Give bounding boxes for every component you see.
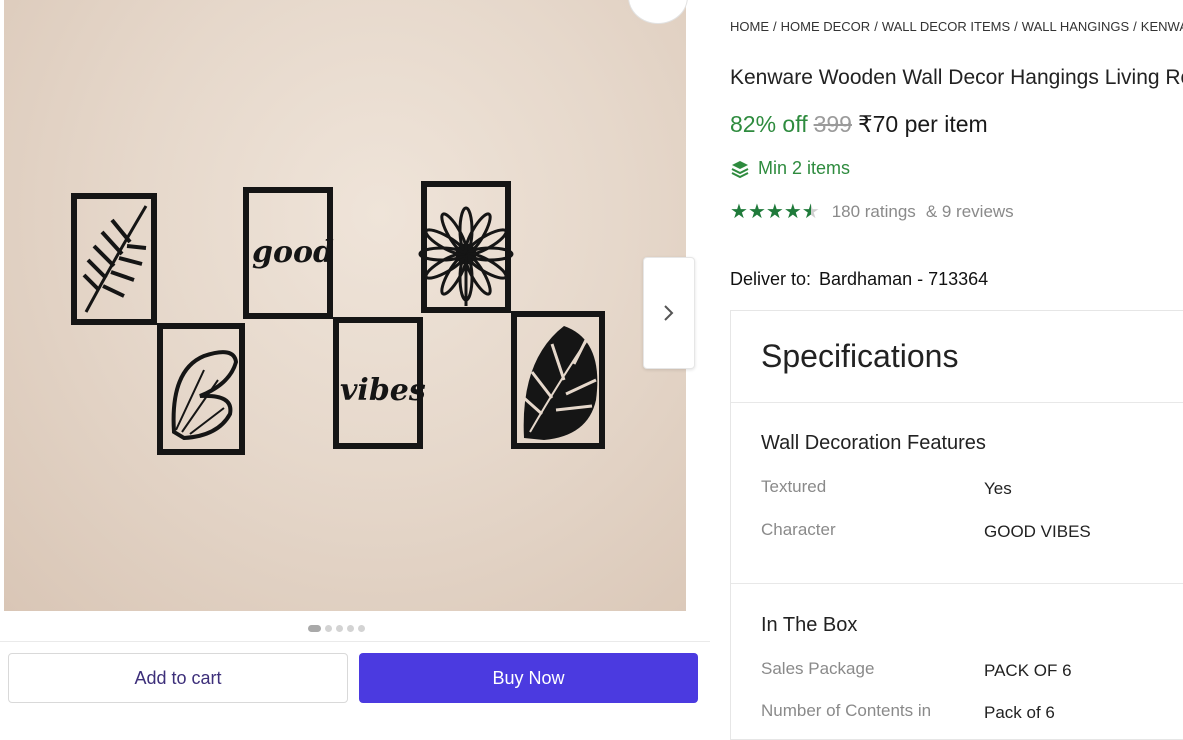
- selling-price: ₹70 per item: [857, 111, 988, 137]
- spec-key: Character: [761, 520, 836, 539]
- spec-value: Pack of 6: [984, 703, 1055, 722]
- wall-decor-illustration: good vibes: [71, 181, 605, 455]
- star-icon: ★: [747, 201, 766, 223]
- min-items-label: Min 2 items: [758, 158, 851, 178]
- specifications-card: Specifications Wall Decoration Features …: [730, 310, 1183, 740]
- breadcrumb-separator: /: [1133, 19, 1137, 34]
- pagination-dot[interactable]: [347, 625, 354, 632]
- star-icon: ★: [730, 201, 748, 223]
- pagination-dot[interactable]: [325, 625, 332, 632]
- rating-summary[interactable]: ★ ★ ★ ★ ★ 180 ratings & 9 reviews: [730, 202, 1014, 222]
- breadcrumb: HOME / HOME DECOR / WALL DECOR ITEMS / WALL HA…: [730, 19, 1183, 34]
- product-gallery: good vibes Add to cart Buy Now: [0, 0, 710, 724]
- breadcrumb-separator: /: [773, 19, 777, 34]
- star-icon: ★: [765, 201, 784, 223]
- spec-key: Textured: [761, 477, 827, 496]
- breadcrumb-home-decor[interactable]: HOME DECOR: [781, 19, 871, 34]
- spec-value: Yes: [984, 479, 1012, 498]
- discount-percent: 82% off: [730, 111, 808, 137]
- spec-key: Number of Contents in: [761, 701, 932, 720]
- product-details: HOME / HOME DECOR / WALL DECOR ITEMS / WALL HA…: [730, 0, 1183, 740]
- breadcrumb-separator: /: [1014, 19, 1018, 34]
- breadcrumb-separator: /: [874, 19, 878, 34]
- pagination-dot[interactable]: [358, 625, 365, 632]
- spec-key: Sales Package: [761, 659, 875, 678]
- good-word: good: [252, 235, 334, 270]
- specifications-title: Specifications: [761, 338, 959, 374]
- breadcrumb-home[interactable]: HOME: [730, 19, 769, 34]
- pagination-dot[interactable]: [308, 625, 321, 632]
- breadcrumb-wall-hangings[interactable]: WALL HANGINGS: [1022, 19, 1129, 34]
- divider: [731, 583, 1183, 584]
- divider: [0, 641, 710, 642]
- spec-value: GOOD VIBES: [984, 522, 1091, 541]
- price-row: 82% off 399 ₹70 per item: [730, 111, 988, 138]
- breadcrumb-wall-decor-items[interactable]: WALL DECOR ITEMS: [882, 19, 1010, 34]
- product-title: Kenware Wooden Wall Decor Hangings Livin…: [730, 66, 1183, 89]
- divider: [731, 402, 1183, 403]
- star-rating: ★ ★ ★ ★ ★: [730, 202, 820, 222]
- min-items-info: Min 2 items: [730, 158, 850, 179]
- deliver-pincode: Bardhaman - 713364: [819, 269, 989, 289]
- add-to-cart-button[interactable]: Add to cart: [8, 653, 348, 703]
- spec-group-title: Wall Decoration Features: [761, 432, 986, 454]
- star-icon: ★: [783, 201, 802, 223]
- reviews-count: & 9 reviews: [925, 202, 1014, 221]
- product-image[interactable]: good vibes: [4, 0, 686, 611]
- pagination-dot[interactable]: [336, 625, 343, 632]
- star-icon: ★: [801, 201, 820, 223]
- original-price: 399: [813, 111, 852, 137]
- spec-group-title: In The Box: [761, 614, 858, 636]
- vibes-word: vibes: [340, 373, 426, 408]
- ratings-count: 180 ratings: [831, 202, 916, 221]
- deliver-label: Deliver to:: [730, 269, 812, 289]
- delivery-location[interactable]: Deliver to: Bardhaman - 713364: [730, 269, 988, 290]
- spec-value: PACK OF 6: [984, 661, 1072, 680]
- image-pagination-dots: [308, 625, 365, 632]
- breadcrumb-kenware[interactable]: KENWARE: [1141, 19, 1183, 34]
- chevron-right-icon: [664, 305, 674, 321]
- layers-icon: [731, 160, 749, 178]
- next-image-button[interactable]: [643, 257, 695, 369]
- buy-now-button[interactable]: Buy Now: [359, 653, 698, 703]
